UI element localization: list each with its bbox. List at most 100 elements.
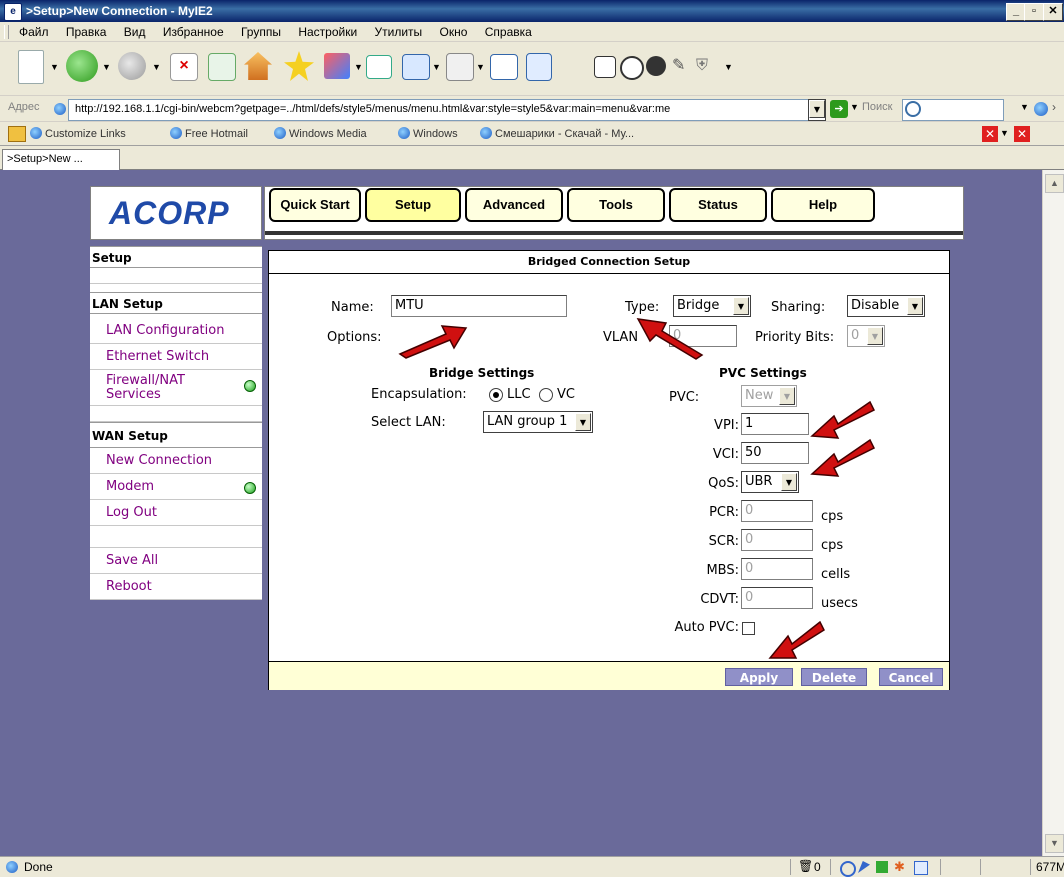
- nav-advanced[interactable]: Advanced: [465, 188, 563, 222]
- block-media-icon[interactable]: [646, 56, 666, 76]
- cdvt-input[interactable]: 0: [741, 587, 813, 609]
- filter-icon[interactable]: [876, 861, 888, 873]
- sidebar-item-lan-configuration[interactable]: LAN Configuration: [90, 318, 262, 344]
- search-engine-icon[interactable]: [1034, 102, 1048, 116]
- sidebar-item-firewall-nat[interactable]: Firewall/NAT Services: [90, 370, 210, 406]
- cancel-button[interactable]: Cancel: [879, 668, 943, 686]
- encap-llc-radio[interactable]: [489, 388, 503, 402]
- chevron-down-icon[interactable]: ▼: [152, 62, 161, 72]
- close-all-icon[interactable]: ✕: [1014, 126, 1030, 142]
- scroll-up-icon[interactable]: ▲: [1045, 174, 1064, 193]
- address-dropdown[interactable]: ▼: [808, 99, 826, 121]
- name-input[interactable]: MTU: [391, 295, 567, 317]
- proxy-icon[interactable]: [840, 861, 856, 877]
- link-smeshariki[interactable]: Смешарики - Скачай - Му...: [480, 127, 634, 140]
- block-flash-icon[interactable]: [620, 56, 644, 80]
- link-hotmail[interactable]: Free Hotmail: [170, 127, 248, 140]
- sidebar-item-modem[interactable]: Modem: [90, 474, 262, 500]
- mbs-input[interactable]: 0: [741, 558, 813, 580]
- vpi-input[interactable]: 1: [741, 413, 809, 435]
- window-icon[interactable]: [366, 55, 392, 79]
- chevron-down-icon[interactable]: ▼: [1020, 102, 1029, 112]
- delete-button[interactable]: Delete: [801, 668, 867, 686]
- minimize-button[interactable]: _: [1006, 3, 1026, 21]
- refresh-icon[interactable]: [208, 53, 236, 81]
- translate-icon[interactable]: [324, 53, 350, 79]
- vci-input[interactable]: 50: [741, 442, 809, 464]
- sidebar-head-wan[interactable]: WAN Setup: [90, 422, 262, 448]
- sidebar-icon[interactable]: [490, 54, 518, 80]
- menu-favorites[interactable]: Избранное: [156, 22, 231, 42]
- search-input[interactable]: [902, 99, 1004, 121]
- vertical-scrollbar[interactable]: ▲ ▼: [1042, 170, 1064, 856]
- sidebar-head-lan[interactable]: LAN Setup: [90, 292, 262, 314]
- nav-tools[interactable]: Tools: [567, 188, 665, 222]
- clean-icon[interactable]: ✎: [672, 56, 692, 76]
- page-icon[interactable]: [914, 861, 928, 875]
- menu-file[interactable]: Файл: [12, 22, 56, 42]
- select-lan-dropdown[interactable]: LAN group 1 ▼: [483, 411, 593, 433]
- back-icon[interactable]: [66, 50, 98, 82]
- menu-utilities[interactable]: Утилиты: [368, 22, 430, 42]
- maximize-button[interactable]: ▫: [1024, 3, 1044, 21]
- menu-groups[interactable]: Группы: [234, 22, 288, 42]
- nav-setup[interactable]: Setup: [365, 188, 461, 222]
- settings-gear-icon[interactable]: ✱: [894, 860, 908, 874]
- apply-button[interactable]: Apply: [725, 668, 793, 686]
- tab-setup-new[interactable]: >Setup>New ...: [2, 149, 120, 170]
- sidebar-item-save-all[interactable]: Save All: [90, 548, 262, 574]
- close-tab-icon[interactable]: ✕: [982, 126, 998, 142]
- priority-bits-select[interactable]: 0 ▼: [847, 325, 885, 347]
- sidebar-item-new-connection[interactable]: New Connection: [90, 448, 262, 474]
- chevron-down-icon[interactable]: ▼: [1000, 128, 1009, 138]
- pcr-input[interactable]: 0: [741, 500, 813, 522]
- menu-settings[interactable]: Настройки: [291, 22, 364, 42]
- sidebar-item-ethernet-switch[interactable]: Ethernet Switch: [90, 344, 262, 370]
- trash-icon[interactable]: 🗑: [798, 859, 813, 873]
- home-icon[interactable]: [244, 52, 272, 80]
- chevron-down-icon[interactable]: ▼: [850, 102, 859, 112]
- block-popup-icon[interactable]: [594, 56, 616, 78]
- edit-icon[interactable]: [526, 53, 552, 81]
- stop-icon[interactable]: ×: [170, 53, 198, 81]
- pvc-select[interactable]: New ▼: [741, 385, 797, 407]
- sharing-select[interactable]: Disable ▼: [847, 295, 925, 317]
- folder-icon[interactable]: [8, 126, 26, 142]
- tools-icon[interactable]: [446, 53, 474, 81]
- menu-view[interactable]: Вид: [117, 22, 153, 42]
- link-customize[interactable]: Customize Links: [30, 127, 126, 140]
- address-input[interactable]: http://192.168.1.1/cgi-bin/webcm?getpage…: [68, 99, 816, 121]
- nav-quick-start[interactable]: Quick Start: [269, 188, 361, 222]
- chevron-down-icon[interactable]: ▼: [432, 62, 441, 72]
- chevron-right-icon[interactable]: ›: [1052, 100, 1056, 114]
- menu-help[interactable]: Справка: [478, 22, 539, 42]
- new-page-icon[interactable]: [18, 50, 44, 84]
- download-icon[interactable]: [858, 861, 870, 873]
- link-windows[interactable]: Windows: [398, 127, 458, 140]
- forward-icon[interactable]: [118, 52, 146, 80]
- security-icon[interactable]: ⛨: [696, 56, 716, 76]
- toolbar-grip[interactable]: [4, 25, 9, 39]
- chevron-down-icon[interactable]: ▼: [724, 62, 733, 72]
- sidebar-head-setup[interactable]: Setup: [90, 246, 262, 268]
- chevron-down-icon[interactable]: ▼: [354, 62, 363, 72]
- auto-pvc-checkbox[interactable]: [742, 622, 755, 635]
- undo-close-icon[interactable]: [402, 54, 430, 80]
- vlan-input[interactable]: 0: [669, 325, 737, 347]
- menu-window[interactable]: Окно: [433, 22, 475, 42]
- scroll-down-icon[interactable]: ▼: [1045, 834, 1064, 853]
- nav-help[interactable]: Help: [771, 188, 875, 222]
- chevron-down-icon[interactable]: ▼: [102, 62, 111, 72]
- menu-edit[interactable]: Правка: [59, 22, 114, 42]
- scr-input[interactable]: 0: [741, 529, 813, 551]
- chevron-down-icon[interactable]: ▼: [476, 62, 485, 72]
- favorites-star-icon[interactable]: [284, 51, 314, 81]
- nav-status[interactable]: Status: [669, 188, 767, 222]
- chevron-down-icon[interactable]: ▼: [50, 62, 59, 72]
- qos-select[interactable]: UBR ▼: [741, 471, 799, 493]
- link-windows-media[interactable]: Windows Media: [274, 127, 367, 140]
- go-arrow-icon[interactable]: ➔: [830, 100, 848, 118]
- type-select[interactable]: Bridge ▼: [673, 295, 751, 317]
- encap-vc-radio[interactable]: [539, 388, 553, 402]
- sidebar-item-reboot[interactable]: Reboot: [90, 574, 262, 600]
